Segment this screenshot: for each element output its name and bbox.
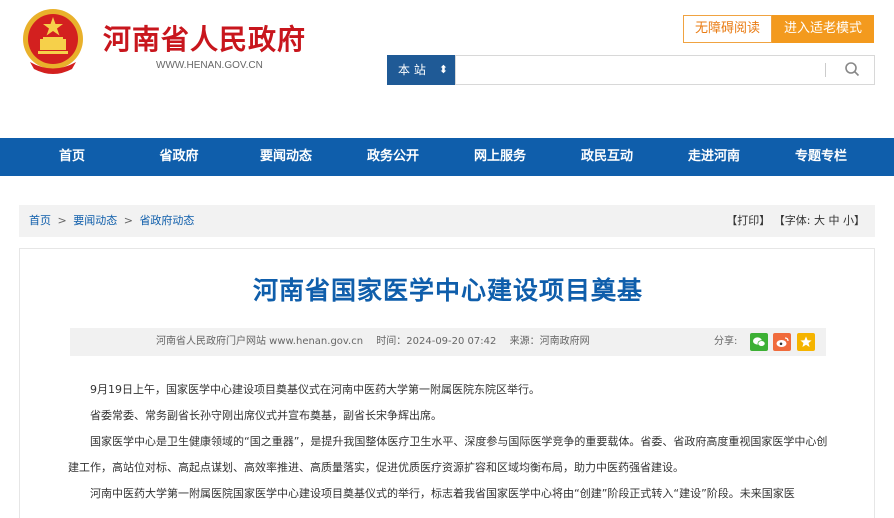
article-container: 河南省国家医学中心建设项目奠基 河南省人民政府门户网站 www.henan.go… — [19, 248, 875, 518]
favorite-star-icon[interactable] — [797, 333, 815, 351]
article-paragraph: 9月19日上午，国家医学中心建设项目奠基仪式在河南中医药大学第一附属医院东院区举… — [90, 383, 540, 396]
nav-item-government-affairs[interactable]: 政务公开 — [353, 138, 433, 176]
font-medium-link[interactable]: 中 — [829, 214, 840, 227]
article-body: 9月19日上午，国家医学中心建设项目奠基仪式在河南中医药大学第一附属医院东院区举… — [68, 377, 828, 507]
updown-caret-icon: ⬍ — [438, 63, 448, 76]
meta-source-site: 河南省人民政府门户网站 www.henan.gov.cn — [156, 336, 364, 347]
breadcrumb-home[interactable]: 首页 — [29, 214, 51, 227]
article-meta: 河南省人民政府门户网站 www.henan.gov.cn 时间：2024-09-… — [156, 328, 600, 356]
font-size-label: 【字体: — [773, 214, 811, 227]
nav-item-home[interactable]: 首页 — [32, 138, 112, 176]
breadcrumb-separator: > — [57, 214, 67, 227]
nav-item-news[interactable]: 要闻动态 — [246, 138, 326, 176]
accessibility-reading-button[interactable]: 无障碍阅读 — [683, 15, 772, 43]
main-nav: 首页 省政府 要闻动态 政务公开 网上服务 政民互动 走进河南 专题专栏 — [0, 138, 894, 176]
article-paragraph: 河南中医药大学第一附属医院国家医学中心建设项目奠基仪式的举行，标志着我省国家医学… — [90, 487, 795, 500]
font-large-link[interactable]: 大 — [814, 214, 825, 227]
article-tools: 【打印】 【字体: 大 中 小】 — [726, 205, 865, 237]
search-divider — [825, 63, 826, 77]
breadcrumb-provincial-news[interactable]: 省政府动态 — [139, 214, 194, 227]
share-label: 分享: — [714, 336, 738, 347]
nav-item-about-henan[interactable]: 走进河南 — [674, 138, 754, 176]
font-size-end: 】 — [854, 214, 865, 227]
breadcrumb-news[interactable]: 要闻动态 — [73, 214, 117, 227]
meta-time: 时间：2024-09-20 07:42 — [376, 336, 497, 347]
font-small-link[interactable]: 小 — [843, 214, 854, 227]
nav-item-online-services[interactable]: 网上服务 — [460, 138, 540, 176]
search-scope-select[interactable]: 本 站 ⬍ — [387, 55, 455, 85]
breadcrumb: 首页 > 要闻动态 > 省政府动态 — [29, 205, 194, 237]
nav-item-interaction[interactable]: 政民互动 — [567, 138, 647, 176]
print-link[interactable]: 【打印】 — [726, 214, 770, 227]
search-input[interactable] — [455, 55, 875, 85]
article-meta-bar: 河南省人民政府门户网站 www.henan.gov.cn 时间：2024-09-… — [70, 328, 826, 356]
wechat-share-icon[interactable] — [750, 333, 768, 351]
elder-mode-button[interactable]: 进入适老模式 — [772, 15, 874, 43]
nav-item-special-topics[interactable]: 专题专栏 — [781, 138, 861, 176]
site-header: 河南省人民政府 WWW.HENAN.GOV.CN 无障碍阅读 进入适老模式 本 … — [0, 0, 894, 138]
site-title[interactable]: 河南省人民政府 — [103, 18, 306, 58]
article-paragraph: 省委常委、常务副省长孙守刚出席仪式并宣布奠基，副省长宋争辉出席。 — [90, 409, 442, 422]
search-scope-label: 本 站 — [398, 63, 426, 77]
national-emblem-icon — [23, 9, 83, 74]
weibo-share-icon[interactable] — [773, 333, 791, 351]
nav-item-provincial-government[interactable]: 省政府 — [139, 138, 219, 176]
breadcrumb-separator: > — [123, 214, 133, 227]
article-paragraph: 国家医学中心是卫生健康领域的“国之重器”，是提升我国整体医疗卫生水平、深度参与国… — [68, 435, 828, 474]
meta-origin: 来源：河南政府网 — [509, 336, 590, 347]
site-url: WWW.HENAN.GOV.CN — [156, 60, 263, 71]
search-icon[interactable] — [843, 60, 861, 78]
breadcrumb-bar: 首页 > 要闻动态 > 省政府动态 【打印】 【字体: 大 中 小】 — [19, 205, 875, 237]
article-title: 河南省国家医学中心建设项目奠基 — [252, 276, 643, 305]
